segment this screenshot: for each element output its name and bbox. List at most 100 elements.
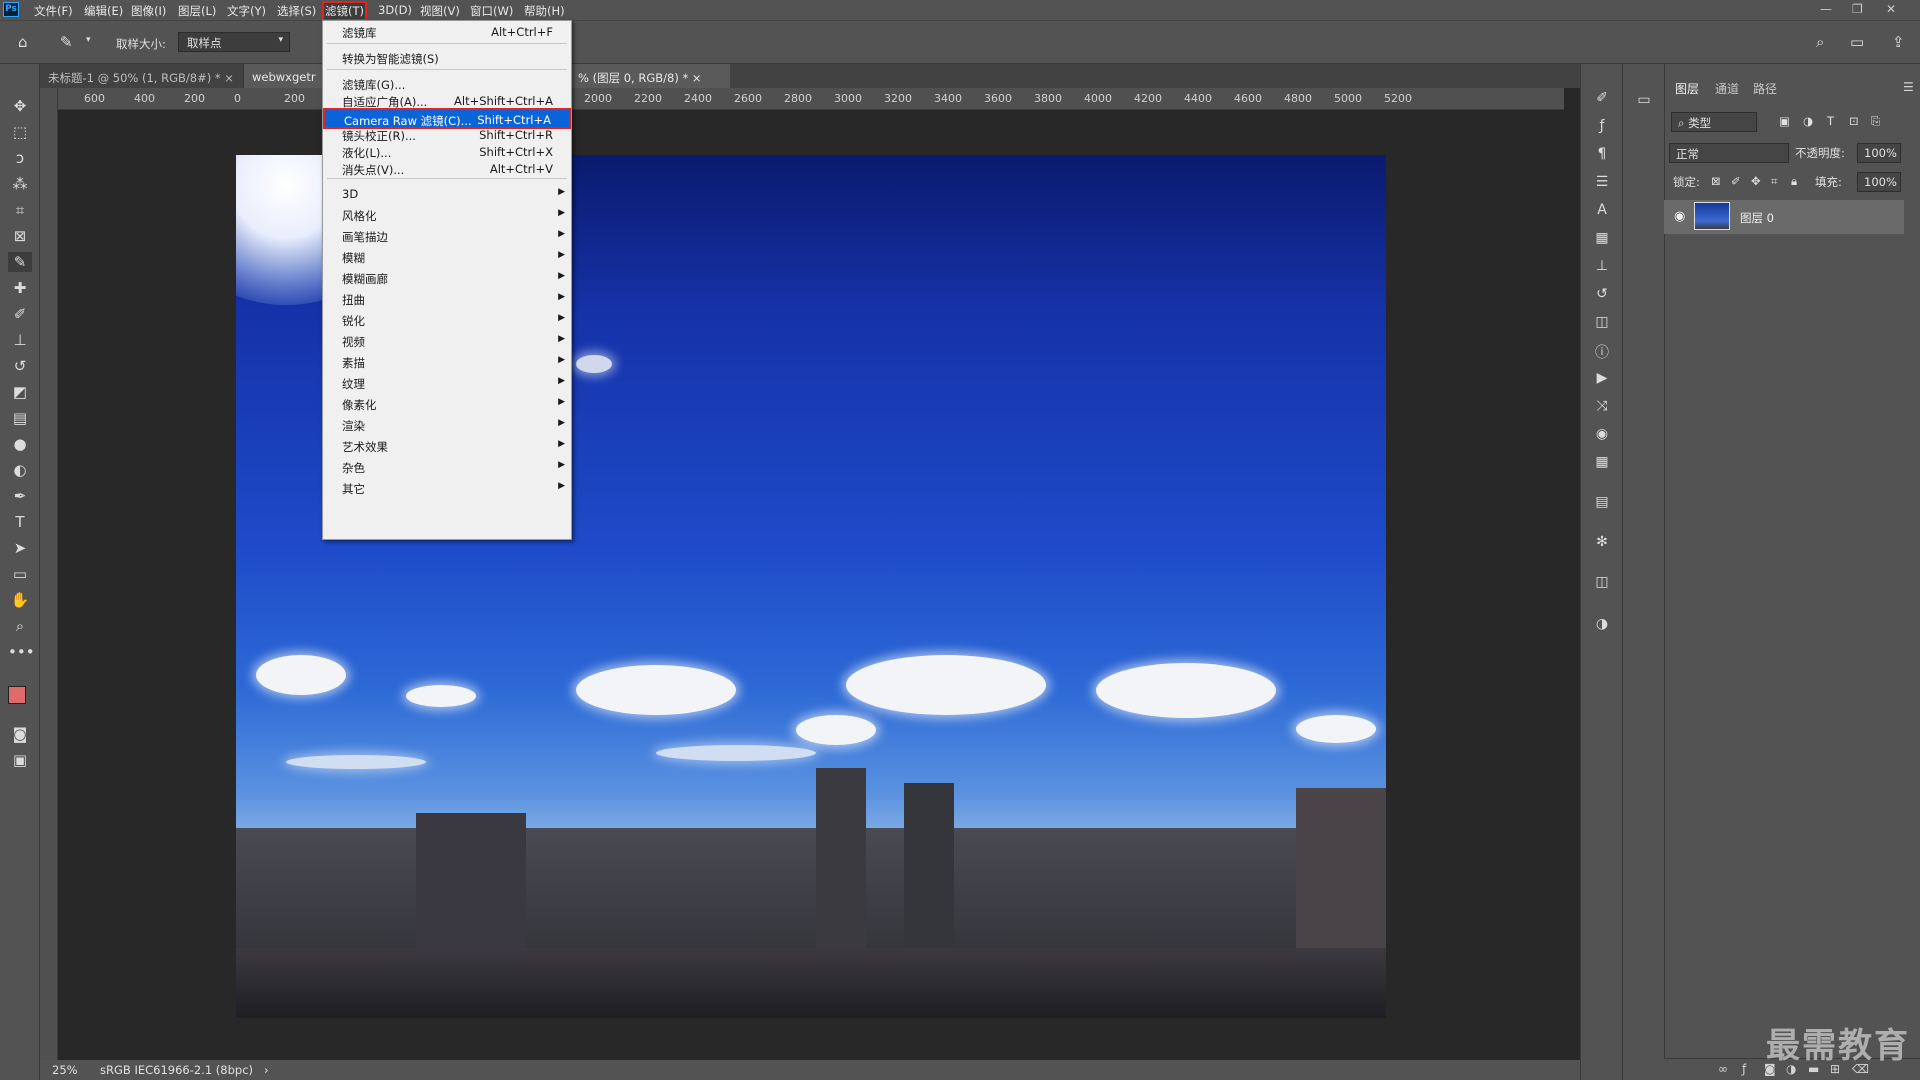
filter-submenu-item[interactable]: 艺术效果 ▶ bbox=[323, 436, 571, 457]
filter-adjustment-icon[interactable]: ◑ bbox=[1803, 114, 1813, 128]
quick-mask-icon[interactable]: ◙ bbox=[8, 724, 32, 744]
blur-tool-icon[interactable]: ● bbox=[8, 434, 32, 454]
menu-type[interactable]: 文字(Y) bbox=[227, 3, 266, 19]
color-panel-icon[interactable]: ▭ bbox=[1633, 92, 1655, 112]
foreground-color-swatch[interactable] bbox=[8, 686, 26, 704]
fill-input[interactable]: 100% bbox=[1857, 172, 1901, 192]
filter-type-icon[interactable]: T bbox=[1827, 114, 1834, 128]
filter-submenu-item[interactable]: 扭曲 ▶ bbox=[323, 289, 571, 310]
notes-icon[interactable]: ▤ bbox=[1591, 494, 1613, 514]
filter-submenu-item[interactable]: 纹理 ▶ bbox=[323, 373, 571, 394]
libraries-icon[interactable]: ▦ bbox=[1591, 230, 1613, 250]
filter-menu-item[interactable]: 消失点(V)... Alt+Ctrl+V bbox=[323, 159, 571, 180]
pen-tool-icon[interactable]: ✒ bbox=[8, 486, 32, 506]
gradient-tool-icon[interactable]: ▤ bbox=[8, 408, 32, 428]
filter-submenu-item[interactable]: 素描 ▶ bbox=[323, 352, 571, 373]
blend-mode-select[interactable]: 正常 bbox=[1669, 143, 1789, 163]
crop-tool-icon[interactable]: ⌗ bbox=[8, 200, 32, 220]
filter-submenu-item[interactable]: 像素化 ▶ bbox=[323, 394, 571, 415]
actions-play-icon[interactable]: ▶ bbox=[1591, 370, 1613, 390]
layer-filter-select[interactable]: ⌕ 类型 bbox=[1671, 112, 1757, 132]
menu-image[interactable]: 图像(I) bbox=[131, 3, 166, 19]
menu-3d[interactable]: 3D(D) bbox=[378, 3, 412, 17]
color-icon[interactable]: ◑ bbox=[1591, 616, 1613, 636]
rectangle-tool-icon[interactable]: ▭ bbox=[8, 564, 32, 584]
zoom-tool-icon[interactable]: ⌕ bbox=[8, 616, 32, 636]
layer-name[interactable]: 图层 0 bbox=[1740, 210, 1774, 226]
lock-artboard-icon[interactable]: ⌗ bbox=[1771, 174, 1777, 189]
brush-settings-icon[interactable]: ✐ bbox=[1591, 90, 1613, 110]
stamp-tool-icon[interactable]: ⊥ bbox=[8, 330, 32, 350]
dodge-tool-icon[interactable]: ◐ bbox=[8, 460, 32, 480]
table-icon[interactable]: ▦ bbox=[1591, 454, 1613, 474]
filter-menu-item[interactable]: 滤镜库 Alt+Ctrl+F bbox=[323, 22, 571, 43]
frame-tool-icon[interactable]: ⊠ bbox=[8, 226, 32, 246]
chevron-right-icon[interactable]: › bbox=[264, 1063, 269, 1077]
fx-icon[interactable]: ƒ bbox=[1591, 118, 1613, 138]
close-icon[interactable]: × bbox=[224, 71, 234, 85]
eyedropper-tool-icon[interactable]: ✎ bbox=[60, 33, 73, 51]
paths-icon[interactable]: ⤨ bbox=[1591, 398, 1613, 418]
more-tools-icon[interactable]: ••• bbox=[8, 642, 35, 662]
filter-submenu-item[interactable]: 模糊画廊 ▶ bbox=[323, 268, 571, 289]
character-icon[interactable]: A bbox=[1591, 202, 1613, 222]
filter-smart-object-icon[interactable]: ⎘ bbox=[1871, 114, 1880, 129]
brush-tool-icon[interactable]: ✐ bbox=[8, 304, 32, 324]
screen-mode-icon[interactable]: ▣ bbox=[8, 750, 32, 770]
layer-row[interactable]: ◉ 图层 0 bbox=[1664, 200, 1904, 234]
zoom-level[interactable]: 25% bbox=[52, 1063, 78, 1077]
healing-brush-tool-icon[interactable]: ✚ bbox=[8, 278, 32, 298]
search-icon[interactable]: ⌕ bbox=[1816, 33, 1824, 51]
history-icon[interactable]: ↺ bbox=[1591, 286, 1613, 306]
panel-menu-icon[interactable]: ☰ bbox=[1903, 80, 1914, 94]
clone-source-icon[interactable]: ⊥ bbox=[1591, 258, 1613, 278]
move-tool-icon[interactable]: ✥ bbox=[8, 96, 32, 116]
fx-icon[interactable]: ƒ bbox=[1742, 1062, 1746, 1076]
share-icon[interactable]: ⇪ bbox=[1892, 33, 1905, 51]
lock-image-icon[interactable]: ✐ bbox=[1731, 174, 1741, 188]
filter-submenu-item[interactable]: 3D ▶ bbox=[323, 184, 571, 205]
tab-document-2-title[interactable]: % (图层 0, RGB/8) * × bbox=[570, 64, 730, 88]
menu-select[interactable]: 选择(S) bbox=[277, 3, 316, 19]
minimize-icon[interactable]: — bbox=[1820, 2, 1832, 16]
filter-submenu-item[interactable]: 模糊 ▶ bbox=[323, 247, 571, 268]
path-selection-tool-icon[interactable]: ➤ bbox=[8, 538, 32, 558]
navigator-icon[interactable]: ◫ bbox=[1591, 574, 1613, 594]
marquee-tool-icon[interactable]: ⬚ bbox=[8, 122, 32, 142]
menu-file[interactable]: 文件(F) bbox=[34, 3, 73, 19]
type-tool-icon[interactable]: T bbox=[8, 512, 32, 532]
eraser-tool-icon[interactable]: ◩ bbox=[8, 382, 32, 402]
filter-submenu-item[interactable]: 杂色 ▶ bbox=[323, 457, 571, 478]
eye-visibility-icon[interactable]: ◉ bbox=[1674, 209, 1685, 224]
info-icon[interactable]: ⓘ bbox=[1591, 342, 1613, 362]
home-icon[interactable]: ⌂ bbox=[18, 33, 28, 51]
link-layers-icon[interactable]: ∞ bbox=[1718, 1062, 1728, 1076]
close-icon[interactable]: ✕ bbox=[1886, 2, 1896, 16]
filter-submenu-item[interactable]: 渲染 ▶ bbox=[323, 415, 571, 436]
magic-wand-tool-icon[interactable]: ⁂ bbox=[8, 174, 32, 194]
hand-tool-icon[interactable]: ✋ bbox=[8, 590, 32, 610]
tab-document-1[interactable]: 未标题-1 @ 50% (1, RGB/8#) * × bbox=[40, 64, 244, 88]
menu-window[interactable]: 窗口(W) bbox=[470, 3, 513, 19]
history-brush-tool-icon[interactable]: ↺ bbox=[8, 356, 32, 376]
settings-icon[interactable]: ✻ bbox=[1591, 534, 1613, 554]
menu-edit[interactable]: 编辑(E) bbox=[84, 3, 123, 19]
tab-paths[interactable]: 路径 bbox=[1753, 80, 1777, 97]
workspace-icon[interactable]: ▭ bbox=[1850, 33, 1864, 51]
lock-transparent-icon[interactable]: ⊠ bbox=[1711, 174, 1721, 188]
photoshop-logo[interactable]: Ps bbox=[3, 2, 19, 17]
menu-layer[interactable]: 图层(L) bbox=[178, 3, 216, 19]
filter-submenu-item[interactable]: 其它 ▶ bbox=[323, 478, 571, 499]
filter-shape-icon[interactable]: ⊡ bbox=[1849, 114, 1859, 128]
tab-channels[interactable]: 通道 bbox=[1715, 80, 1739, 97]
opacity-input[interactable]: 100% bbox=[1857, 143, 1901, 163]
menu-view[interactable]: 视图(V) bbox=[420, 3, 460, 19]
menu-help[interactable]: 帮助(H) bbox=[524, 3, 565, 19]
close-icon[interactable]: × bbox=[692, 71, 702, 85]
menu-filter[interactable]: 滤镜(T) bbox=[322, 1, 367, 21]
lasso-tool-icon[interactable]: ↄ bbox=[8, 148, 32, 168]
filter-menu-item[interactable]: 转换为智能滤镜(S) bbox=[323, 48, 571, 69]
filter-submenu-item[interactable]: 风格化 ▶ bbox=[323, 205, 571, 226]
tab-layers[interactable]: 图层 bbox=[1675, 80, 1700, 97]
chevron-down-icon[interactable]: ▾ bbox=[86, 35, 91, 45]
